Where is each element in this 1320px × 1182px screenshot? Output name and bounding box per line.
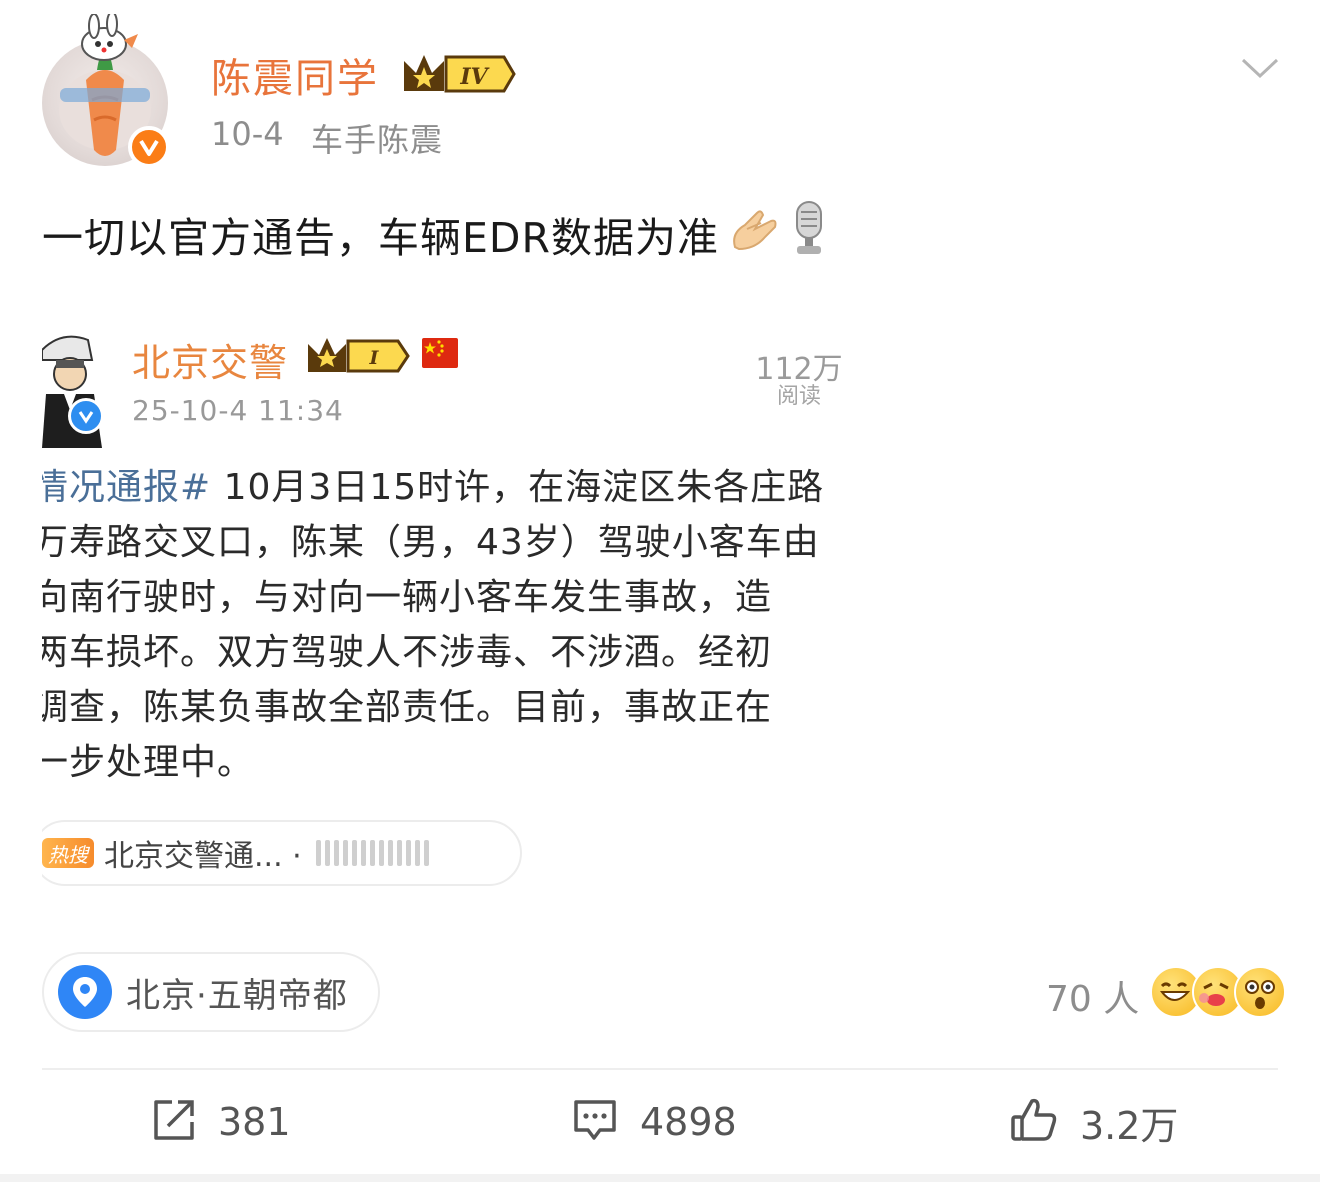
post-text: 一切以官方通告，车辆EDR数据为准 (42, 200, 829, 268)
post-date: 10-4 (211, 115, 284, 153)
post-source[interactable]: 车手陈震 (311, 115, 443, 161)
location-pin-icon (58, 965, 112, 1019)
post-text-content: 一切以官方通告，车辆EDR数据为准 (42, 214, 719, 262)
embedded-avatar (42, 330, 104, 450)
comment-button[interactable]: 4898 (572, 1094, 737, 1150)
reaction-count[interactable]: 70 人 (1046, 970, 1139, 1022)
embedded-account-name: 北京交警 (132, 341, 289, 385)
comment-count: 4898 (640, 1100, 737, 1144)
verified-blue-icon (68, 398, 104, 434)
embedded-level-text: I (369, 347, 380, 369)
embedded-line: 情况通报# 10月3日15时许，在海淀区朱各庄路 (42, 460, 872, 515)
embedded-views-label: 阅读 (776, 384, 821, 409)
embedded-hashtag[interactable]: 情况通报# (42, 467, 211, 508)
embedded-body: 情况通报# 10月3日15时许，在海淀区朱各庄路 万寿路交叉口，陈某（男，43岁… (42, 460, 872, 790)
comment-icon (572, 1098, 618, 1146)
level-crown-badge: IV (400, 51, 518, 101)
like-count: 3.2万 (1080, 1103, 1179, 1148)
embedded-line: 万寿路交叉口，陈某（男，43岁）驾驶小客车由 (42, 522, 820, 563)
repost-count: 381 (218, 1100, 291, 1144)
surprised-emoji-icon (1234, 966, 1286, 1018)
microphone-icon (789, 200, 829, 268)
blurred-text (315, 840, 429, 866)
embedded-screenshot[interactable]: 北京交警 I 25-10-4 11:34 112万 阅读 情况通报# 10月3日… (42, 318, 872, 898)
embedded-line: 两车损坏。双方驾驶人不涉毒、不涉酒。经初 (42, 632, 773, 673)
bottom-separator (0, 1174, 1320, 1182)
embedded-crown-badge: I (306, 336, 412, 380)
reaction-emojis[interactable] (1150, 966, 1286, 1018)
author-name[interactable]: 陈震同学 (211, 46, 379, 104)
china-flag-icon (422, 338, 458, 368)
embedded-timestamp: 25-10-4 11:34 (132, 394, 344, 427)
embedded-line: 向南行驶时，与对向一辆小客车发生事故，造 (42, 577, 773, 618)
location-text: 北京·五朝帝都 (126, 975, 348, 1016)
embedded-line: 调查，陈某负事故全部责任。目前，事故正在 (42, 687, 773, 728)
hot-search-text: 北京交警通... · (104, 839, 302, 874)
repost-button[interactable]: 381 (152, 1094, 291, 1150)
location-tag[interactable]: 北京·五朝帝都 (42, 952, 380, 1032)
hot-search-pill[interactable]: 热搜 北京交警通... · (42, 820, 522, 886)
level-badge-text: IV (459, 64, 489, 90)
like-button[interactable]: 3.2万 (1010, 1094, 1178, 1150)
repost-icon (152, 1098, 196, 1146)
chevron-down-icon[interactable] (1240, 56, 1280, 84)
thumbs-up-icon (1010, 1097, 1058, 1147)
embedded-line: 一步处理中。 (42, 742, 255, 783)
hot-search-tag: 热搜 (42, 838, 94, 868)
verified-badge-icon (128, 126, 170, 168)
divider (42, 1068, 1278, 1070)
pray-hands-icon (725, 203, 783, 265)
